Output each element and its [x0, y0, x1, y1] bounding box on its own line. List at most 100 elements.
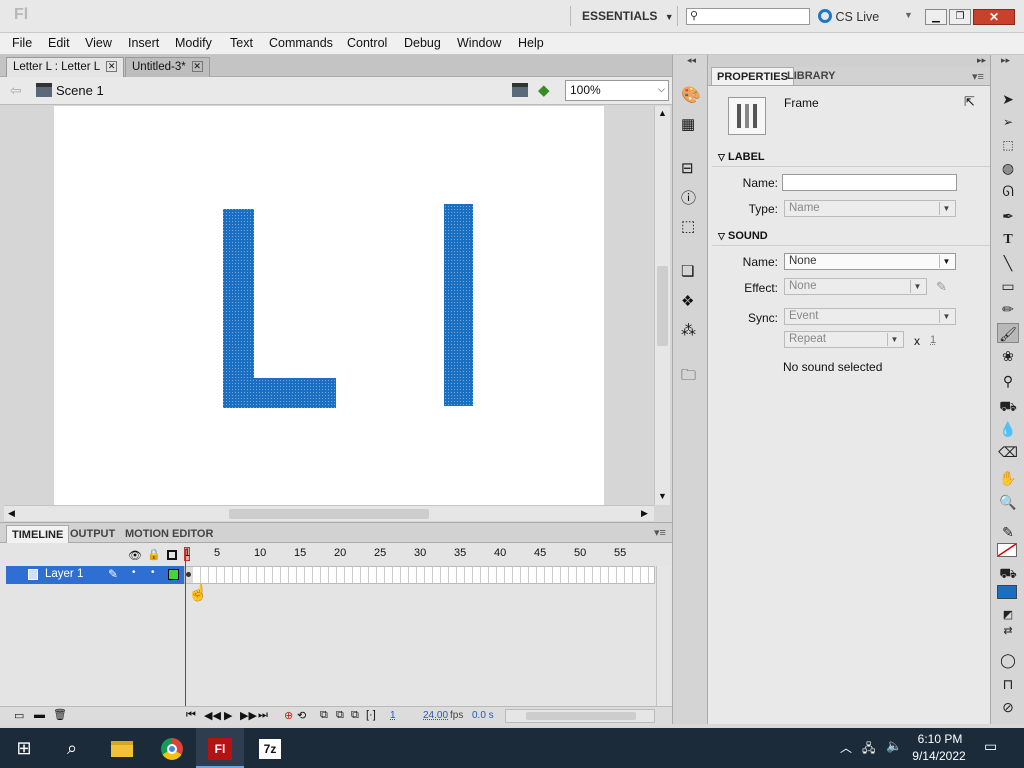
sound-section-header[interactable]: ▽ SOUND [712, 228, 992, 246]
rectangle-tool-icon[interactable]: ▭ [997, 276, 1019, 296]
tab-library[interactable]: LIBRARY [782, 67, 840, 85]
zoom-select[interactable]: 100% ⌵ [565, 80, 669, 101]
hand-tool-icon[interactable]: ✋ [997, 468, 1019, 488]
timeline-vertical-scrollbar[interactable] [656, 566, 670, 706]
eye-icon[interactable]: 👁 [128, 549, 142, 562]
close-button[interactable]: ✕ [973, 9, 1015, 25]
show-hidden-icons[interactable]: ︿ [840, 739, 852, 756]
doc-tab-untitled-3[interactable]: Untitled-3* ✕ [125, 57, 210, 77]
outline-icon[interactable] [167, 550, 177, 560]
chevron-down-icon[interactable]: ▼ [904, 10, 913, 20]
new-folder-icon[interactable]: ▬ [34, 709, 45, 721]
code-snippets-icon[interactable]: ❏ [681, 262, 694, 280]
stroke-color-icon[interactable]: ✎ [997, 522, 1019, 542]
flash-taskbar-icon[interactable]: Fl [196, 728, 244, 768]
lasso-tool-icon[interactable]: ᘏ [997, 181, 1019, 201]
stage[interactable] [54, 106, 604, 505]
swatches-icon[interactable]: ▦ [681, 115, 695, 133]
visibility-dot[interactable]: • [132, 567, 136, 578]
menu-insert[interactable]: Insert [128, 36, 159, 50]
stroke-color-swatch[interactable] [997, 543, 1017, 557]
edit-multiple-icon[interactable]: ⧉ [351, 709, 359, 722]
layer-row[interactable]: Layer 1 ✎ • • [6, 566, 184, 584]
scrollbar-thumb[interactable] [229, 509, 429, 519]
menu-window[interactable]: Window [457, 36, 501, 50]
tab-motion-editor[interactable]: MOTION EDITOR [120, 525, 218, 543]
tab-output[interactable]: OUTPUT [65, 525, 120, 543]
eyedropper-tool-icon[interactable]: 💧 [997, 419, 1019, 439]
eraser-tool-icon[interactable]: ⌫ [997, 442, 1019, 462]
fill-color-icon[interactable]: ⛟ [997, 563, 1019, 583]
line-tool-icon[interactable]: ╲ [997, 253, 1019, 273]
volume-icon[interactable]: 🔈 [886, 738, 902, 754]
sound-name-select[interactable]: None ▼ [784, 253, 956, 270]
menu-debug[interactable]: Debug [404, 36, 441, 50]
file-explorer-icon[interactable] [98, 728, 146, 768]
center-frame-icon[interactable]: ⊕ [284, 709, 293, 722]
7zip-icon[interactable]: 7z [246, 728, 294, 768]
onion-outline-icon[interactable]: ⧉ [336, 709, 344, 722]
clock-time[interactable]: 6:10 PM [912, 732, 968, 746]
expand-icon[interactable]: ▸▸ [977, 55, 986, 66]
expand-icon[interactable]: ▸▸ [1001, 55, 1010, 66]
timeline-horizontal-scrollbar[interactable] [505, 709, 655, 723]
onion-skin-icon[interactable]: ⧉ [320, 709, 328, 722]
menu-help[interactable]: Help [518, 36, 544, 50]
menu-control[interactable]: Control [347, 36, 387, 50]
edit-scene-icon[interactable] [512, 83, 528, 97]
lock-dot[interactable]: • [151, 567, 155, 578]
snap-to-objects-icon[interactable]: ⊓ [997, 674, 1019, 694]
repeat-count[interactable]: 1 [930, 334, 936, 346]
edit-envelope-icon[interactable]: ✎ [936, 279, 947, 295]
scroll-up-icon[interactable]: ▲ [658, 108, 667, 118]
loop-icon[interactable]: ⟲ [297, 709, 306, 722]
lock-icon[interactable]: 🔒 [147, 548, 161, 561]
step-forward-icon[interactable]: ▶▶ [240, 709, 257, 722]
cs-live-button[interactable]: CS Live [818, 9, 879, 24]
components-icon[interactable]: ❖ [681, 292, 694, 310]
pen-tool-icon[interactable]: ✒ [997, 206, 1019, 226]
first-frame-icon[interactable]: ⏮ [186, 709, 196, 722]
info-icon[interactable]: ⓘ [681, 187, 696, 208]
frame-name-input[interactable] [782, 174, 957, 191]
play-icon[interactable]: ▶ [224, 709, 232, 722]
outline-color-swatch[interactable] [168, 569, 179, 580]
close-icon[interactable]: ✕ [191, 61, 203, 73]
new-layer-icon[interactable]: ▭ [14, 709, 24, 722]
chrome-icon[interactable] [148, 728, 196, 768]
frame-ruler[interactable]: 1 5 10 15 20 25 30 35 40 45 50 55 [184, 544, 659, 564]
menu-file[interactable]: File [12, 36, 32, 50]
panel-menu-icon[interactable]: ▾≡ [654, 526, 666, 539]
doc-tab-letter-l[interactable]: Letter L : Letter L ✕ [6, 57, 125, 77]
text-tool-icon[interactable]: T [997, 230, 1019, 250]
transform-icon[interactable]: ⬚ [681, 217, 695, 235]
label-section-header[interactable]: ▽ LABEL [712, 149, 992, 167]
edit-symbols-icon[interactable]: ◆ [538, 81, 550, 99]
modify-markers-icon[interactable]: [·] [366, 709, 376, 721]
search-input[interactable]: ⚲ [686, 8, 810, 25]
sync-select[interactable]: Event ▼ [784, 308, 956, 325]
close-icon[interactable]: ✕ [106, 61, 118, 73]
trash-icon[interactable]: 🗑 [53, 708, 67, 721]
windows-start-icon[interactable]: ⊞ [0, 728, 48, 768]
brush-tool-icon[interactable]: 🖌 [997, 323, 1019, 343]
back-arrow-icon[interactable]: ⇦ [10, 82, 22, 99]
repeat-select[interactable]: Repeat ▼ [784, 331, 904, 348]
menu-commands[interactable]: Commands [269, 36, 333, 50]
pencil-tool-icon[interactable]: ✏ [997, 299, 1019, 319]
last-frame-icon[interactable]: ⏭ [258, 709, 268, 722]
layer-name[interactable]: Layer 1 [45, 568, 83, 580]
collapse-icon[interactable]: ◂◂ [687, 55, 696, 66]
scroll-right-icon[interactable]: ▶ [641, 508, 648, 519]
align-icon[interactable]: ⊟ [681, 159, 694, 177]
menu-text[interactable]: Text [230, 36, 253, 50]
menu-edit[interactable]: Edit [48, 36, 70, 50]
scroll-down-icon[interactable]: ▼ [658, 491, 667, 501]
project-icon[interactable]: 🗀 [681, 365, 696, 390]
workspace-switcher[interactable]: ESSENTIALS ▼ [582, 9, 674, 23]
subselection-tool-icon[interactable]: ➢ [997, 112, 1019, 132]
help-icon[interactable]: ⇱ [964, 94, 975, 110]
deco-tool-icon[interactable]: ❀ [997, 346, 1019, 366]
frame-strip[interactable] [184, 566, 655, 584]
menu-view[interactable]: View [85, 36, 112, 50]
